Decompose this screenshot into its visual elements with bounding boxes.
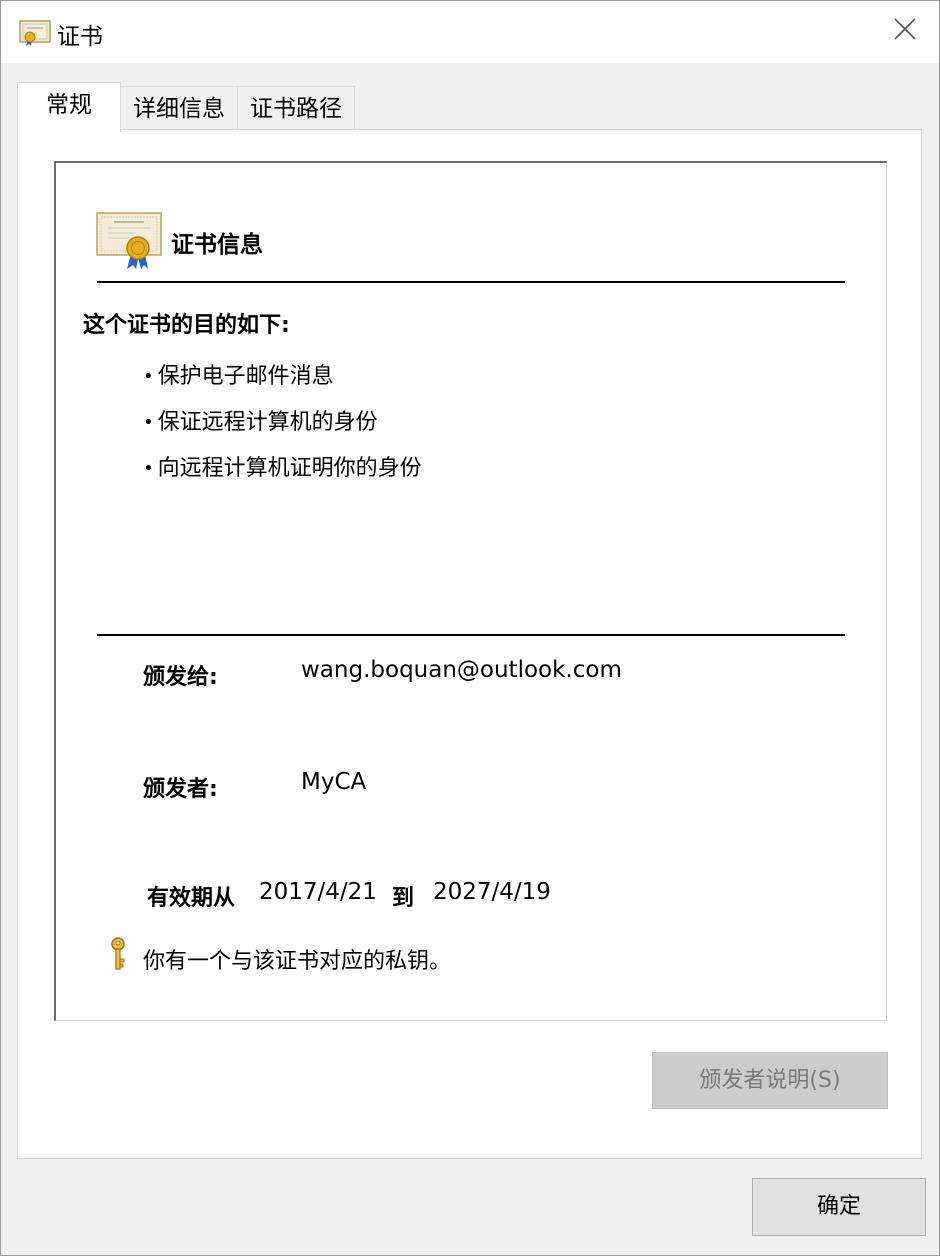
bullet: • xyxy=(143,366,154,387)
tab-general[interactable]: 常规 xyxy=(17,82,121,132)
title-bar: 证书 xyxy=(1,1,939,63)
certificate-icon xyxy=(96,212,162,269)
bullet: • xyxy=(143,458,154,479)
ok-button-label: 确定 xyxy=(816,1194,861,1219)
close-button[interactable] xyxy=(871,1,939,57)
purpose-text: 保护电子邮件消息 xyxy=(157,364,334,389)
valid-to-label: 到 xyxy=(392,886,415,911)
valid-from-date: 2017/4/21 xyxy=(259,879,377,905)
valid-from-label: 有效期从 xyxy=(147,886,236,911)
valid-to-date: 2027/4/19 xyxy=(433,879,551,905)
purpose-item: • 保护电子邮件消息 xyxy=(143,358,334,390)
tab-details[interactable]: 详细信息 xyxy=(120,86,238,130)
purpose-title: 这个证书的目的如下: xyxy=(83,313,290,338)
divider-top xyxy=(97,281,845,283)
tab-details-label: 详细信息 xyxy=(133,96,225,122)
tab-certification-path[interactable]: 证书路径 xyxy=(237,86,355,130)
purpose-text: 向远程计算机证明你的身份 xyxy=(157,456,422,481)
issued-by-label: 颁发者: xyxy=(143,777,218,802)
purpose-item: • 向远程计算机证明你的身份 xyxy=(143,450,422,482)
issued-by-value: MyCA xyxy=(301,769,367,795)
key-icon xyxy=(111,937,125,970)
bullet: • xyxy=(143,412,154,433)
divider-bottom xyxy=(97,634,845,636)
tab-certification-path-label: 证书路径 xyxy=(250,96,342,122)
certificate-dialog: 证书 常规 详细信息 证书路径 证书信息 这个证书的目的如下: • 保护电子邮件… xyxy=(0,0,940,1256)
private-key-message: 你有一个与该证书对应的私钥。 xyxy=(143,949,452,974)
issuer-statement-button[interactable]: 颁发者说明(S) xyxy=(652,1052,888,1109)
purpose-item: • 保证远程计算机的身份 xyxy=(143,404,378,436)
window-title: 证书 xyxy=(57,24,103,50)
ok-button[interactable]: 确定 xyxy=(752,1178,926,1236)
tab-general-label: 常规 xyxy=(46,92,92,118)
issuer-statement-label: 颁发者说明(S) xyxy=(699,1068,841,1093)
purpose-text: 保证远程计算机的身份 xyxy=(157,410,378,435)
issued-to-label: 颁发给: xyxy=(143,665,218,690)
issued-to-value: wang.boquan@outlook.com xyxy=(301,657,622,683)
close-icon xyxy=(894,18,916,40)
certificate-icon xyxy=(19,20,51,46)
certificate-info-heading: 证书信息 xyxy=(171,232,263,258)
